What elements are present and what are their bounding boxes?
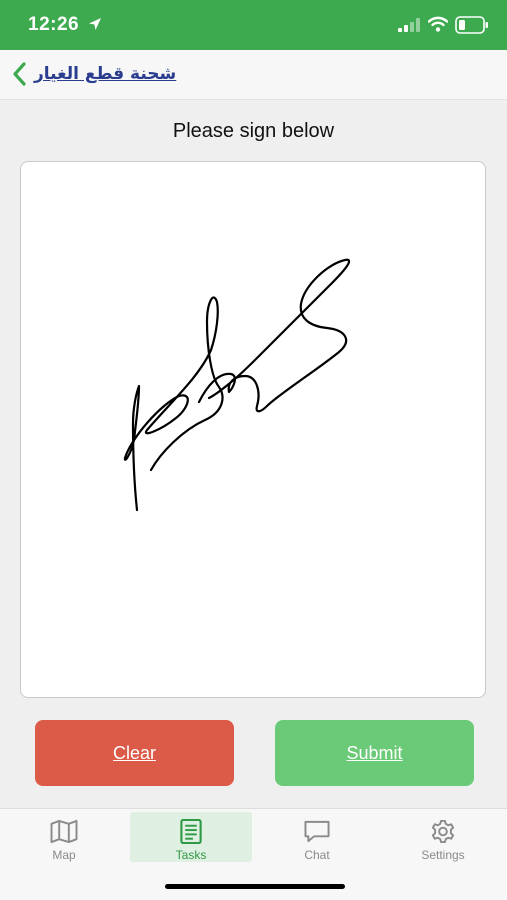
location-arrow-icon	[89, 18, 101, 30]
tab-chat[interactable]: Chat	[256, 812, 378, 862]
back-button[interactable]: شحنة قطع الغيار	[8, 60, 176, 88]
chat-icon	[304, 820, 330, 843]
sign-instruction: Please sign below	[172, 120, 335, 142]
map-icon	[50, 819, 78, 844]
navigation-bar: شحنة قطع الغيار	[0, 50, 507, 100]
signature-stroke	[197, 258, 351, 413]
gear-icon	[431, 819, 455, 844]
signature-pad[interactable]	[20, 161, 486, 698]
tab-settings[interactable]: Settings	[382, 812, 504, 862]
status-bar: 12:26	[0, 0, 507, 50]
tasks-icon	[180, 819, 202, 844]
wifi-icon	[428, 16, 448, 32]
tab-label: Settings	[421, 848, 465, 862]
cellular-signal-icon	[398, 18, 420, 32]
tab-map[interactable]: Map	[3, 812, 125, 862]
battery-icon	[455, 16, 488, 34]
clear-button[interactable]: Clear	[35, 720, 234, 786]
tab-tasks[interactable]: Tasks	[130, 812, 252, 862]
tab-label: Tasks	[175, 848, 207, 862]
signature-stroke	[123, 296, 224, 512]
tab-label: Chat	[304, 848, 330, 862]
page-title[interactable]: شحنة قطع الغيار	[34, 64, 176, 84]
home-indicator	[165, 884, 345, 889]
submit-button[interactable]: Submit	[275, 720, 474, 786]
status-time: 12:26	[28, 14, 80, 35]
tab-label: Map	[52, 848, 76, 862]
chevron-left-icon	[13, 62, 26, 86]
signature-drawing	[123, 258, 351, 512]
